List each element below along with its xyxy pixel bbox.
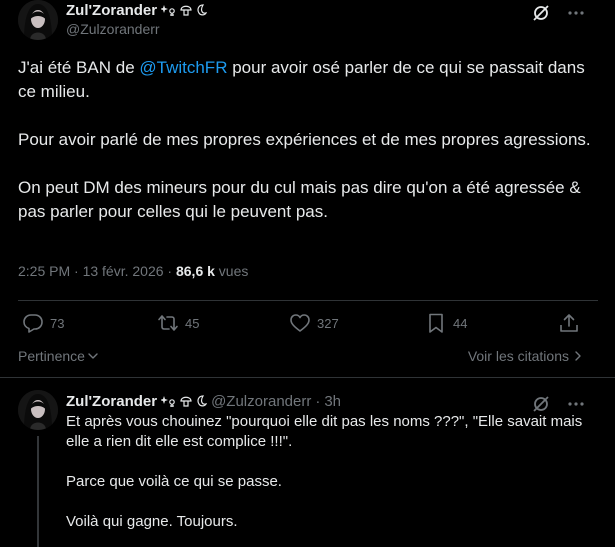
name-emoji-badges (161, 394, 208, 408)
views-count[interactable]: 86,6 k (176, 263, 215, 279)
tweet-action-bar: 73 45 327 44 (18, 312, 588, 340)
sparkle-flower-icon (161, 396, 175, 407)
share-button[interactable] (558, 312, 580, 334)
author-handle[interactable]: @Zulzoranderr (211, 393, 311, 410)
name-emoji-badges (161, 3, 208, 17)
replies-sort-row: Pertinence Voir les citations (18, 348, 583, 368)
reply-bubble-icon (23, 314, 43, 333)
like-count: 327 (317, 315, 339, 331)
tweet-meta: 2:25 PM · 13 févr. 2026 · 86,6 k vues (18, 263, 248, 279)
sparkle-flower-icon (161, 5, 175, 16)
crescent-moon-icon (197, 4, 208, 16)
more-dots-icon[interactable] (567, 401, 585, 407)
like-button[interactable]: 327 (289, 312, 339, 334)
chevron-right-icon (575, 351, 581, 361)
views-label: vues (214, 263, 249, 279)
bookmark-icon (429, 313, 443, 333)
display-name[interactable]: Zul'Zorander (66, 2, 157, 19)
author-handle[interactable]: @Zulzoranderr (66, 21, 207, 37)
tweet-paragraph-3: On peut DM des mineurs pour du cul mais … (18, 178, 581, 221)
share-upload-icon (560, 314, 578, 332)
repost-button[interactable]: 45 (157, 312, 199, 334)
reply-top-actions (531, 394, 585, 414)
tweet-paragraph-2: Pour avoir parlé de mes propres expérien… (18, 130, 591, 149)
repost-count: 45 (185, 315, 200, 331)
reply-time[interactable]: 3h (324, 393, 341, 410)
display-name[interactable]: Zul'Zorander (66, 393, 157, 410)
bookmark-count: 44 (453, 315, 468, 331)
reply-paragraph-3: Voilà qui gagne. Toujours. (66, 513, 238, 530)
tweet-detail-view: Zul'Zorander @Zulzoranderr J'ai été BAN … (0, 0, 615, 547)
separator-dot: · (315, 392, 321, 410)
chevron-down-icon (88, 353, 98, 359)
reply-button[interactable]: 73 (22, 312, 64, 334)
reply-text: Et après vous chouinez "pourquoi elle di… (66, 412, 586, 547)
tweet-top-actions (531, 3, 585, 23)
avatar[interactable] (18, 390, 58, 430)
tweet-paragraph-1: J'ai été BAN de @TwitchFR pour avoir osé… (18, 56, 598, 104)
author-block: Zul'Zorander @Zulzoranderr (66, 1, 208, 37)
view-quotes-link[interactable]: Voir les citations (468, 348, 583, 364)
crescent-moon-icon (197, 395, 208, 407)
view-quotes-label: Voir les citations (467, 348, 569, 364)
divider (18, 300, 598, 301)
more-dots-icon[interactable] (567, 10, 585, 16)
reply-paragraph-2: Parce que voilà ce qui se passe. (66, 473, 282, 490)
mention-link[interactable]: @TwitchFR (139, 58, 227, 77)
reply-header: Zul'Zorander @Zulzoranderr · 3h (66, 392, 341, 410)
tweet-text-start: J'ai été BAN de (18, 58, 140, 77)
mushroom-icon (180, 5, 192, 16)
grok-slash-circle-icon[interactable] (531, 3, 551, 23)
sort-dropdown[interactable]: Pertinence (18, 348, 99, 364)
grok-slash-circle-icon[interactable] (531, 394, 551, 414)
avatar[interactable] (18, 0, 58, 40)
thread-line (37, 436, 39, 547)
reply-tweet[interactable]: Zul'Zorander @Zulzoranderr · 3h Et après… (0, 378, 615, 547)
repost-arrows-icon (158, 315, 178, 331)
reply-paragraph-1: Et après vous chouinez "pourquoi elle di… (66, 413, 583, 450)
sort-label: Pertinence (18, 348, 85, 364)
heart-icon (290, 314, 310, 332)
tweet-timestamp[interactable]: 2:25 PM · 13 févr. 2026 · (18, 263, 176, 279)
bookmark-button[interactable]: 44 (425, 312, 467, 334)
mushroom-icon (180, 396, 192, 407)
tweet-text: J'ai été BAN de @TwitchFR pour avoir osé… (18, 56, 598, 248)
reply-count: 73 (50, 315, 65, 331)
